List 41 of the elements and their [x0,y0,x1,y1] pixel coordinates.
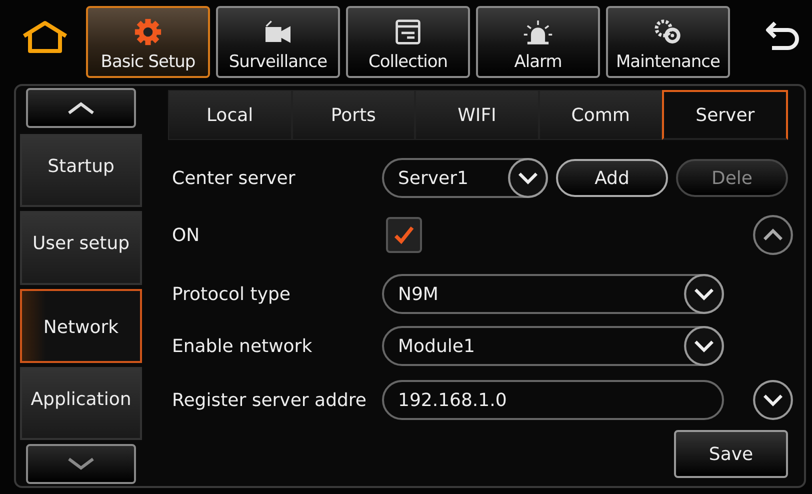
check-icon [393,224,415,246]
sidebar-item[interactable]: User setup [20,211,142,285]
tab[interactable]: Server [662,90,788,140]
field-label: Enable network [171,336,314,356]
server-dropdown[interactable]: Server1 [382,158,548,198]
field-label: Register server addre [171,390,368,410]
field-label: ON [171,224,201,246]
home-icon[interactable] [20,20,70,54]
scroll-down-button[interactable] [752,379,794,421]
alarm-light-icon [523,18,553,46]
field-label: Center server [171,168,296,188]
nav-tab[interactable]: Basic Setup [86,6,210,78]
chevron-up-icon [66,100,96,115]
scroll-down-button[interactable] [26,444,136,484]
chevron-down-icon [66,457,96,472]
save-button[interactable]: Save [674,430,788,478]
sidebar-item[interactable]: Application [20,366,142,440]
sidebar-item[interactable]: Network [20,288,142,363]
dropdown-icon [507,157,549,199]
dropdown-icon [683,325,725,367]
dropdown-field[interactable]: N9M [382,274,724,314]
input-field[interactable]: 192.168.1.0 [382,380,724,420]
field-label: Protocol type [171,284,292,304]
gears-icon [653,18,683,46]
tab[interactable]: Ports [292,90,416,140]
tab[interactable]: Comm [538,90,662,140]
nav-tab[interactable]: Collection [346,6,470,78]
nav-tab[interactable]: Alarm [476,6,600,78]
scroll-up-button[interactable] [26,88,136,128]
sidebar-item[interactable]: Startup [20,134,142,208]
nav-tab[interactable]: Maintenance [606,6,730,78]
dropdown-field[interactable]: Module1 [382,326,724,366]
action-button[interactable]: Add [556,159,668,197]
tab[interactable]: WIFI [415,90,539,140]
checkbox[interactable] [386,217,422,253]
window-icon [393,18,423,46]
nav-tab[interactable]: Surveillance [216,6,340,78]
scroll-up-button[interactable] [752,214,794,256]
tab[interactable]: Local [168,90,292,140]
gear-icon [133,18,163,46]
dropdown-icon [683,273,725,315]
